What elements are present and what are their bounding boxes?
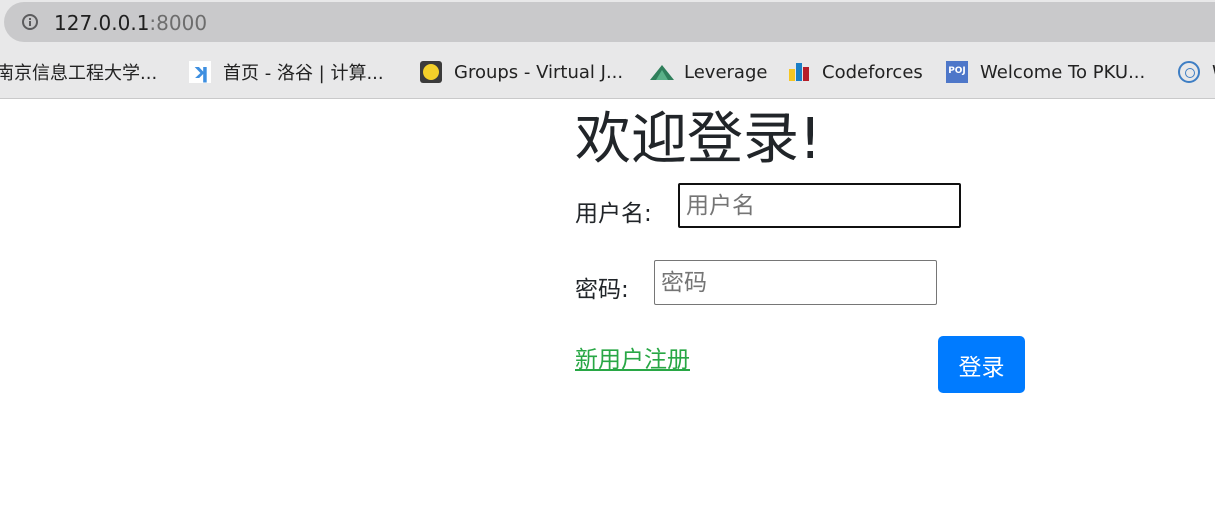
password-input[interactable] <box>654 260 937 305</box>
address-url[interactable]: 127.0.0.1:8000 <box>54 11 207 35</box>
codeforces-icon <box>788 61 810 83</box>
poj-icon: POJ <box>946 61 968 83</box>
url-port: :8000 <box>149 11 208 35</box>
username-label: 用户名: <box>575 201 652 227</box>
bookmark-poj[interactable]: POJ Welcome To PKU... <box>946 54 1145 90</box>
leverage-icon <box>650 61 674 83</box>
login-button[interactable]: 登录 <box>938 336 1025 393</box>
url-host: 127.0.0.1 <box>54 11 150 35</box>
bookmarks-bar: 南京信息工程大学... 首页 - 洛谷 | 计算... Groups - Vir… <box>0 54 1215 90</box>
site-info-icon[interactable] <box>22 14 38 30</box>
luogu-icon <box>189 59 211 83</box>
password-label: 密码: <box>575 277 629 303</box>
vjudge-icon <box>420 61 442 83</box>
bookmark-codeforces[interactable]: Codeforces <box>788 54 923 90</box>
njupt-icon <box>1178 61 1200 83</box>
bookmark-nuist[interactable]: 南京信息工程大学... <box>0 54 157 90</box>
bookmark-label: Codeforces <box>822 61 923 83</box>
register-link[interactable]: 新用户注册 <box>575 340 690 374</box>
bookmark-label: 南京信息工程大学... <box>0 63 158 84</box>
bookmark-label: Groups - Virtual J... <box>454 61 624 83</box>
bookmark-luogu[interactable]: 首页 - 洛谷 | 计算... <box>189 54 384 90</box>
bookmark-leverage[interactable]: Leverage <box>650 54 767 90</box>
page-title: 欢迎登录! <box>575 107 822 172</box>
browser-chrome: 127.0.0.1:8000 南京信息工程大学... 首页 - 洛谷 | 计算.… <box>0 0 1215 99</box>
address-bar[interactable]: 127.0.0.1:8000 <box>4 2 1215 42</box>
username-input[interactable] <box>678 183 961 228</box>
bookmark-label: Leverage <box>684 61 768 83</box>
bookmark-njupt[interactable]: W <box>1178 54 1215 90</box>
bookmark-vjudge[interactable]: Groups - Virtual J... <box>420 54 623 90</box>
bookmark-label: 首页 - 洛谷 | 计算... <box>223 63 384 84</box>
bookmark-label: Welcome To PKU... <box>980 61 1146 83</box>
